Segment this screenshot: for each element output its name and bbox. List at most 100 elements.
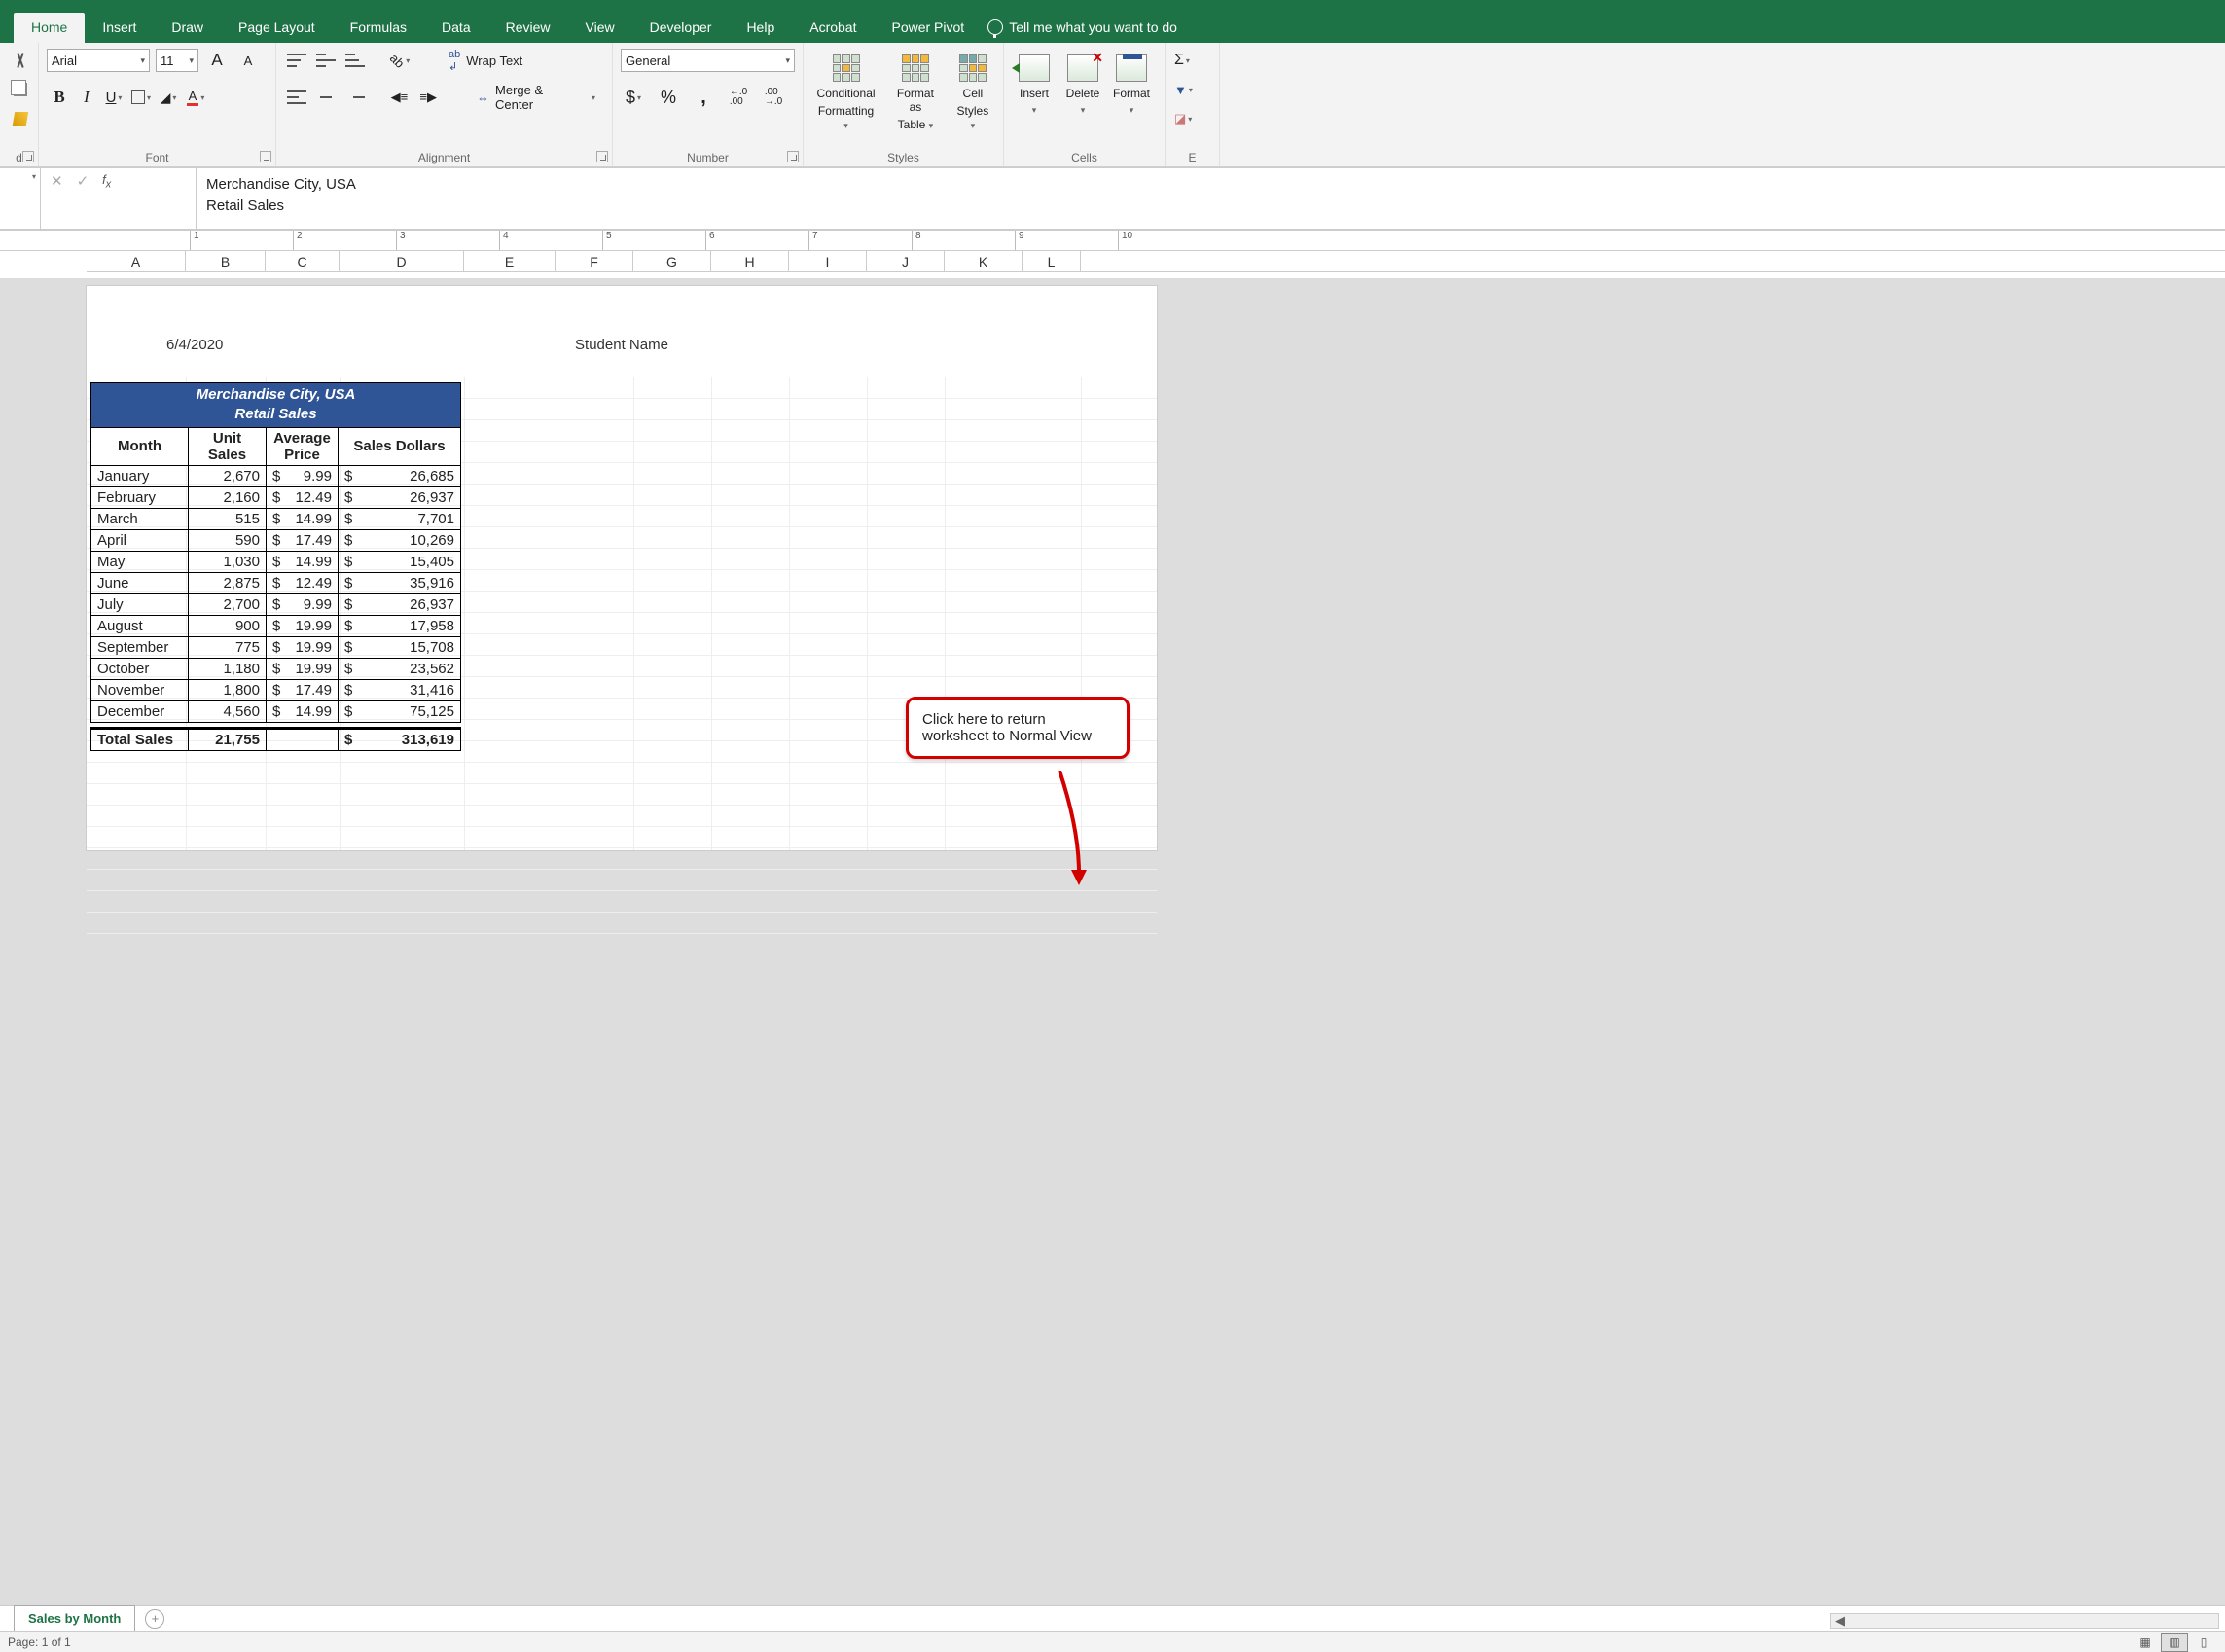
insert-cells-button[interactable]: Insert▾ [1012,51,1057,117]
cancel-formula-button[interactable]: ✕ [51,172,63,190]
merge-center-button[interactable]: ⇔ Merge & Center▾ [468,86,604,109]
underline-button[interactable]: U▾ [101,86,126,109]
dialog-launcher-icon[interactable] [22,151,34,162]
fx-icon[interactable]: fx [102,172,111,191]
name-box[interactable]: ▾ [0,168,41,229]
format-cells-button[interactable]: Format▾ [1109,51,1154,117]
bold-button[interactable]: B [47,86,72,109]
tab-formulas[interactable]: Formulas [333,13,424,43]
table-row[interactable]: April590$17.49$10,269 [91,529,461,551]
increase-font-button[interactable]: A [204,49,230,72]
tab-insert[interactable]: Insert [85,13,154,43]
comma-format-button[interactable]: , [691,86,716,109]
increase-decimal-button[interactable]: ←.0.00 [726,86,751,109]
italic-button[interactable]: I [74,86,99,109]
header-left[interactable]: 6/4/2020 [166,337,470,353]
borders-button[interactable]: ▾ [128,86,154,109]
fill-color-button[interactable]: ◢▾ [156,86,181,109]
decrease-font-button[interactable]: A [235,49,261,72]
font-color-button[interactable]: A▾ [183,86,208,109]
tab-draw[interactable]: Draw [154,13,221,43]
enter-formula-button[interactable]: ✓ [77,172,90,190]
dialog-launcher-icon[interactable] [787,151,799,162]
decrease-decimal-button[interactable]: .00→.0 [761,86,786,109]
tab-acrobat[interactable]: Acrobat [792,13,874,43]
col-header-A[interactable]: A [87,251,186,271]
col-header-L[interactable]: L [1023,251,1081,271]
dialog-launcher-icon[interactable] [596,151,608,162]
tab-home[interactable]: Home [14,13,85,43]
col-header-K[interactable]: K [945,251,1023,271]
horizontal-ruler[interactable]: 12345678910 [0,230,2225,251]
format-as-table-button[interactable]: Format asTable ▾ [886,51,945,133]
align-middle-button[interactable] [313,49,339,72]
sales-table[interactable]: Merchandise City, USARetail Sales Month … [90,382,461,751]
wrap-text-button[interactable]: ab↲ Wrap Text [440,49,531,72]
decrease-indent-button[interactable]: ◀≡ [386,86,412,109]
cell-styles-button[interactable]: CellStyles ▾ [951,51,995,133]
col-header-B[interactable]: B [186,251,266,271]
conditional-formatting-button[interactable]: ConditionalFormatting ▾ [811,51,880,133]
col-header-H[interactable]: H [711,251,789,271]
col-header-G[interactable]: G [633,251,711,271]
copy-button[interactable] [8,78,33,101]
table-row[interactable]: March515$14.99$7,701 [91,508,461,529]
table-row[interactable]: September775$19.99$15,708 [91,636,461,658]
col-header-J[interactable]: J [867,251,945,271]
accounting-format-button[interactable]: $▾ [621,86,646,109]
col-header-C[interactable]: C [266,251,340,271]
table-row[interactable]: July2,700$9.99$26,937 [91,593,461,615]
number-format-combo[interactable]: General▾ [621,49,795,72]
table-row[interactable]: October1,180$19.99$23,562 [91,658,461,679]
dialog-launcher-icon[interactable] [260,151,271,162]
table-row[interactable]: February2,160$12.49$26,937 [91,486,461,508]
page-layout-view-button[interactable]: ▥ [2161,1633,2188,1652]
autosum-button[interactable]: Σ▾ [1173,49,1191,72]
tab-page-layout[interactable]: Page Layout [221,13,333,43]
table-row[interactable]: November1,800$17.49$31,416 [91,679,461,700]
tab-review[interactable]: Review [488,13,568,43]
orientation-button[interactable]: ab▾ [387,49,413,72]
align-center-button[interactable] [313,86,339,109]
tab-developer[interactable]: Developer [632,13,730,43]
table-row[interactable]: June2,875$12.49$35,916 [91,572,461,593]
new-sheet-button[interactable]: + [145,1609,164,1629]
col-header-D[interactable]: D [340,251,464,271]
tab-view[interactable]: View [568,13,632,43]
percent-format-button[interactable]: % [656,86,681,109]
paintbrush-icon [13,112,28,126]
align-right-button[interactable] [342,86,368,109]
tell-me[interactable]: Tell me what you want to do [982,13,1195,43]
increase-indent-button[interactable]: ≡▶ [415,86,441,109]
cut-button[interactable] [8,49,33,72]
tab-help[interactable]: Help [729,13,792,43]
align-left-button[interactable] [284,86,309,109]
sheet-tab-active[interactable]: Sales by Month [14,1605,135,1633]
col-header-E[interactable]: E [464,251,556,271]
formula-input[interactable]: Merchandise City, USA Retail Sales [197,168,2225,229]
table-row[interactable]: May1,030$14.99$15,405 [91,551,461,572]
table-row[interactable]: January2,670$9.99$26,685 [91,465,461,486]
align-bottom-button[interactable] [342,49,368,72]
align-top-button[interactable] [284,49,309,72]
tab-power-pivot[interactable]: Power Pivot [874,13,982,43]
normal-view-button[interactable]: ▦ [2132,1633,2159,1652]
col-header-I[interactable]: I [789,251,867,271]
page-header[interactable]: 6/4/2020 Student Name [87,337,1157,353]
horizontal-scrollbar[interactable]: ◀ [1830,1613,2219,1629]
font-name-combo[interactable]: Arial▾ [47,49,150,72]
clear-button[interactable]: ◪▾ [1173,107,1193,130]
fill-button[interactable]: ▼▾ [1173,78,1194,101]
delete-cells-button[interactable]: Delete▾ [1060,51,1105,117]
table-row[interactable]: August900$19.99$17,958 [91,615,461,636]
format-painter-button[interactable] [8,107,33,130]
worksheet-area[interactable]: 6/4/2020 Student Name Merchandise City, … [0,278,2225,1617]
font-size-combo[interactable]: 11▾ [156,49,198,72]
header-center[interactable]: Student Name [470,337,773,353]
col-header-F[interactable]: F [556,251,633,271]
page-break-view-button[interactable]: ▯ [2190,1633,2217,1652]
tab-data[interactable]: Data [424,13,488,43]
column-headers[interactable]: ABCDEFGHIJKL [87,251,2225,272]
scroll-left-button[interactable]: ◀ [1831,1614,1848,1628]
table-row[interactable]: December4,560$14.99$75,125 [91,700,461,722]
